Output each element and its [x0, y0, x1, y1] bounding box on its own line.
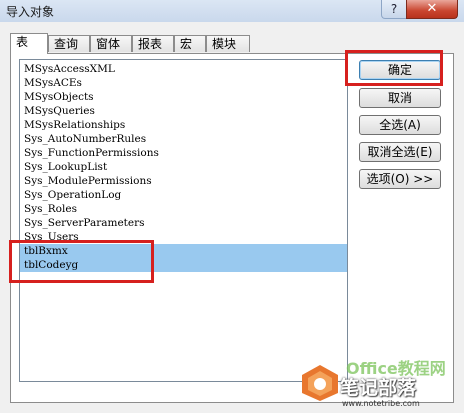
watermark-brand-main: 笔记部落 [340, 377, 417, 399]
list-item[interactable]: MSysQueries [20, 104, 347, 118]
cancel-button[interactable]: 取消 [359, 88, 441, 108]
tab-queries[interactable]: 查询 [48, 35, 90, 52]
list-item[interactable]: MSysAccessXML [20, 62, 347, 76]
highlight-ok [345, 50, 443, 86]
list-item[interactable]: MSysObjects [20, 90, 347, 104]
tab-reports[interactable]: 报表 [132, 35, 174, 52]
tab-macros[interactable]: 宏 [174, 35, 206, 52]
list-item[interactable]: Sys_LookupList [20, 160, 347, 174]
select-all-button[interactable]: 全选(A) [359, 115, 441, 135]
list-item[interactable]: Sys_AutoNumberRules [20, 132, 347, 146]
list-item[interactable]: Sys_FunctionPermissions [20, 146, 347, 160]
title-bar: 导入对象 ? ✕ [0, 0, 464, 23]
list-item[interactable]: Sys_ModulePermissions [20, 174, 347, 188]
object-listbox[interactable]: MSysAccessXML MSysACEs MSysObjects MSysQ… [19, 59, 348, 382]
list-item[interactable]: Sys_ServerParameters [20, 216, 347, 230]
list-item[interactable]: MSysACEs [20, 76, 347, 90]
list-item[interactable]: MSysRelationships [20, 118, 347, 132]
tab-tables[interactable]: 表 [10, 33, 48, 54]
options-button[interactable]: 选项(O) >> [359, 169, 441, 189]
list-item[interactable]: Sys_Roles [20, 202, 347, 216]
watermark-logo-icon [302, 365, 338, 401]
highlight-selected-tables [9, 240, 154, 283]
list-item[interactable]: Sys_OperationLog [20, 188, 347, 202]
help-button[interactable]: ? [381, 0, 407, 19]
tab-forms[interactable]: 窗体 [90, 35, 132, 52]
watermark-url: www.notetribe.com [342, 399, 420, 408]
tab-modules[interactable]: 模块 [206, 35, 250, 52]
watermark: Office教程网 笔记部落 www.notetribe.com [300, 355, 464, 413]
window-title: 导入对象 [6, 5, 55, 19]
deselect-all-button[interactable]: 取消全选(E) [359, 142, 441, 162]
close-button[interactable]: ✕ [406, 0, 458, 19]
